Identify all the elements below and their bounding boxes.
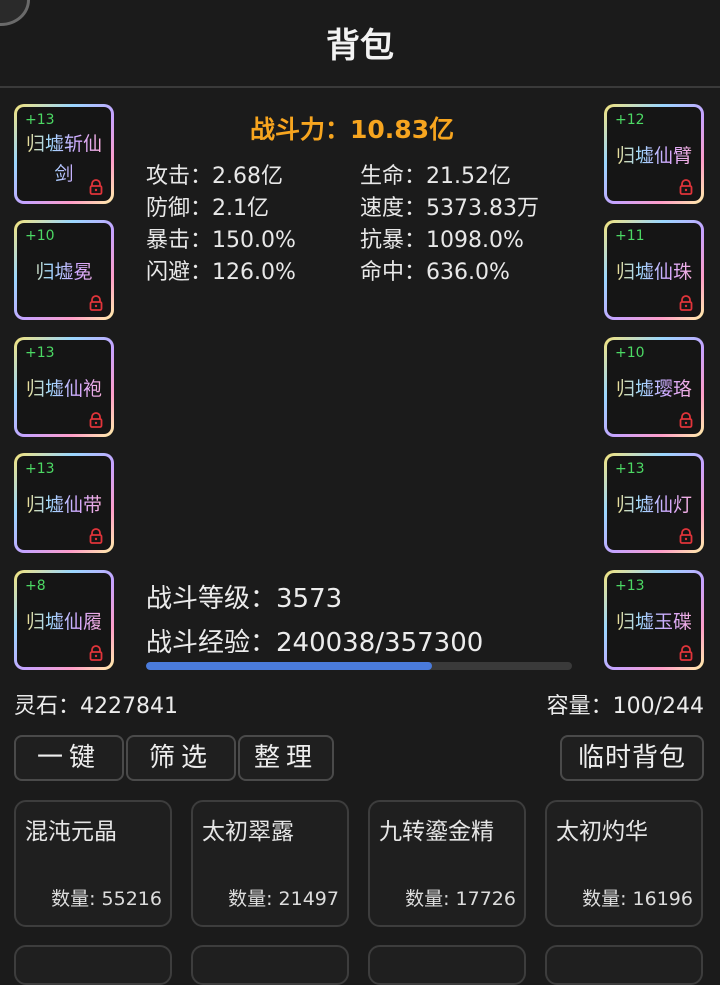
equip-slot-weapon[interactable]: +13 归墟斩仙剑 — [14, 104, 114, 204]
lock-icon — [679, 645, 693, 661]
item-card[interactable]: 九转鎏金精 数量: 17726 — [368, 800, 526, 927]
item-card[interactable]: 混沌元晶 数量: 55216 — [14, 800, 172, 927]
exp-progress-fill — [146, 662, 433, 670]
equip-slot-arm[interactable]: +12 归墟仙臂 — [604, 104, 704, 204]
equip-slot-crown[interactable]: +10 归墟冕 — [14, 220, 114, 320]
stat-defense: 防御：2.1亿 — [146, 196, 270, 221]
equip-name: 归墟仙带 — [21, 490, 107, 520]
combat-power: 战斗力：10.83亿 — [250, 110, 454, 146]
enhance-level: +10 — [615, 345, 645, 361]
item-card[interactable] — [545, 945, 703, 985]
combat-exp: 战斗经验：240038/357300 — [146, 628, 484, 658]
enhance-level: +11 — [615, 228, 645, 244]
equip-name: 归墟仙臂 — [611, 141, 697, 171]
equip-name: 归墟冕 — [21, 257, 107, 287]
one-key-button[interactable]: 一键 — [14, 735, 124, 781]
item-quantity: 数量: 55216 — [51, 888, 162, 910]
stat-dodge: 闪避：126.0% — [146, 260, 296, 285]
stat-accuracy: 命中：636.0% — [360, 260, 510, 285]
lock-icon — [89, 295, 103, 311]
item-quantity: 数量: 16196 — [582, 888, 693, 910]
temp-bag-button[interactable]: 临时背包 — [560, 735, 704, 781]
lock-icon — [679, 179, 693, 195]
equip-slot-belt[interactable]: +13 归墟仙带 — [14, 453, 114, 553]
item-card[interactable] — [14, 945, 172, 985]
lock-icon — [89, 412, 103, 428]
equip-slot-boots[interactable]: +8 归墟仙履 — [14, 570, 114, 670]
item-card[interactable]: 太初翠露 数量: 21497 — [191, 800, 349, 927]
equip-name: 归墟玉碟 — [611, 607, 697, 637]
combat-power-value: 10.83亿 — [350, 115, 455, 144]
item-name: 混沌元晶 — [25, 819, 117, 845]
bag-capacity: 容量：100/244 — [546, 694, 704, 719]
enhance-level: +12 — [615, 112, 645, 128]
equip-name: 归墟仙袍 — [21, 374, 107, 404]
enhance-level: +13 — [25, 112, 55, 128]
item-name: 太初灼华 — [556, 819, 648, 845]
item-card[interactable] — [191, 945, 349, 985]
lock-icon — [89, 645, 103, 661]
equip-name: 归墟璎珞 — [611, 374, 697, 404]
lock-icon — [679, 528, 693, 544]
equip-name: 归墟仙履 — [21, 607, 107, 637]
equip-slot-robe[interactable]: +13 归墟仙袍 — [14, 337, 114, 437]
stat-hp: 生命：21.52亿 — [360, 164, 511, 189]
combat-level: 战斗等级：3573 — [146, 584, 343, 614]
equip-name: 归墟仙灯 — [611, 490, 697, 520]
enhance-level: +13 — [615, 461, 645, 477]
stat-speed: 速度：5373.83万 — [360, 196, 539, 221]
stat-attack: 攻击：2.68亿 — [146, 164, 284, 189]
lock-icon — [679, 412, 693, 428]
lock-icon — [89, 179, 103, 195]
equip-slot-necklace[interactable]: +10 归墟璎珞 — [604, 337, 704, 437]
sort-button[interactable]: 整理 — [238, 735, 334, 781]
enhance-level: +13 — [25, 461, 55, 477]
exp-progress-bar — [146, 662, 572, 670]
item-card[interactable]: 太初灼华 数量: 16196 — [545, 800, 703, 927]
enhance-level: +8 — [25, 578, 46, 594]
spirit-stones: 灵石：4227841 — [14, 694, 178, 719]
lock-icon — [679, 295, 693, 311]
stat-crit: 暴击：150.0% — [146, 228, 296, 253]
enhance-level: +10 — [25, 228, 55, 244]
item-quantity: 数量: 21497 — [228, 888, 339, 910]
item-name: 九转鎏金精 — [379, 819, 494, 845]
item-quantity: 数量: 17726 — [405, 888, 516, 910]
item-card[interactable] — [368, 945, 526, 985]
header-bar: 背包 — [0, 0, 720, 88]
enhance-level: +13 — [615, 578, 645, 594]
equip-slot-jade-disc[interactable]: +13 归墟玉碟 — [604, 570, 704, 670]
equip-slot-lamp[interactable]: +13 归墟仙灯 — [604, 453, 704, 553]
item-name: 太初翠露 — [202, 819, 294, 845]
equip-name: 归墟仙珠 — [611, 257, 697, 287]
filter-button[interactable]: 筛选 — [126, 735, 236, 781]
lock-icon — [89, 528, 103, 544]
combat-power-label: 战斗力： — [250, 115, 351, 144]
stat-crit-resist: 抗暴：1098.0% — [360, 228, 524, 253]
enhance-level: +13 — [25, 345, 55, 361]
page-title: 背包 — [326, 26, 394, 66]
equip-slot-pearl[interactable]: +11 归墟仙珠 — [604, 220, 704, 320]
